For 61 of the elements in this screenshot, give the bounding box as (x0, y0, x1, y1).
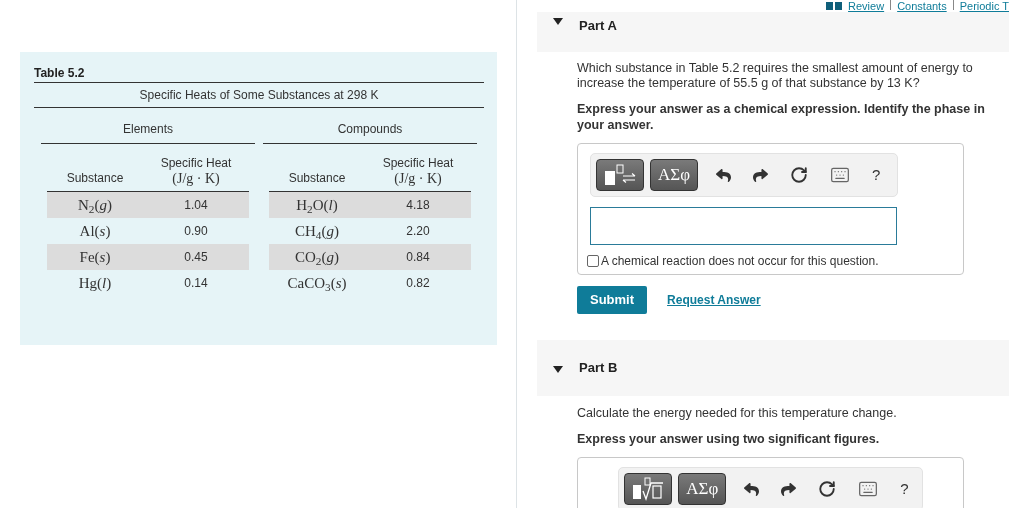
book-icon (826, 2, 843, 10)
symbols-button[interactable]: ΑΣφ (678, 473, 727, 505)
template-button[interactable] (624, 473, 673, 505)
part-title: Part A (579, 17, 617, 35)
column-header: Substance (287, 170, 347, 187)
table-caption: Table 5.2 (34, 66, 86, 81)
checkbox-label: A chemical reaction does not occur for this question. (601, 253, 879, 270)
heat-cell-text: 0.90 (183, 223, 209, 240)
part-header[interactable]: Part B (537, 340, 1009, 396)
reset-icon[interactable] (790, 166, 808, 184)
header-link[interactable]: Review (848, 0, 885, 12)
heat-cell-text: 0.84 (405, 249, 431, 266)
instruction-text: Express your answer using two significant figures. (577, 431, 881, 447)
substance-cell-text: Hg(l) (77, 273, 113, 293)
part-header[interactable]: Part A (537, 12, 1009, 52)
help-button[interactable]: ? (872, 163, 881, 187)
substance-cell-text: CO$_{2}$(g) (294, 247, 340, 269)
substance-cell-text: Fe(s) (78, 247, 112, 267)
heat-cell-text: 2.20 (405, 223, 431, 240)
symbols-button[interactable]: ΑΣφ (650, 159, 698, 191)
substance-cell-text: CaCO$_{3}$(s) (286, 273, 348, 295)
redo-icon[interactable] (781, 481, 797, 497)
group-header: Compounds (336, 121, 404, 138)
substance-cell-text: Al(s) (78, 221, 112, 241)
request-answer-link[interactable]: Request Answer (667, 291, 761, 309)
instruction-text: Express your answer as a chemical expression. Identify the phase in your answer. (577, 101, 986, 133)
checkbox[interactable] (587, 255, 599, 267)
help-button[interactable]: ? (900, 477, 909, 501)
undo-icon[interactable] (716, 167, 731, 183)
group-header: Elements (122, 121, 174, 138)
keyboard-icon[interactable] (858, 479, 879, 499)
template-icon (603, 163, 637, 187)
submit-button[interactable]: Submit (577, 286, 648, 314)
header-link[interactable]: Constants (897, 0, 947, 12)
substance-cell-text: H$_{2}$O(l) (295, 195, 339, 217)
heat-cell-text: 0.14 (183, 275, 209, 292)
unit-label: (J/g · K) (394, 170, 442, 187)
undo-icon[interactable] (744, 481, 760, 497)
template-button[interactable] (596, 159, 644, 191)
part-title: Part B (579, 359, 618, 378)
reset-icon[interactable] (818, 480, 837, 498)
template-icon (631, 477, 666, 501)
table-title: Specific Heats of Some Substances at 298 K (138, 87, 380, 104)
unit-label: (J/g · K) (172, 170, 220, 187)
column-header: Substance (65, 170, 125, 187)
question-text: Which substance in Table 5.2 requires the smallest amount of energy to increase the temperature of 55.5 g of that substance by 13 K? (577, 61, 974, 91)
keyboard-icon[interactable] (830, 165, 850, 185)
caret-icon (553, 365, 563, 373)
column-header: Specific Heat (382, 156, 454, 170)
column-header: Specific Heat (160, 156, 232, 170)
caret-icon (553, 18, 563, 25)
header-link[interactable]: Periodic T (959, 0, 1009, 12)
substance-cell-text: N$_{2}$(g) (77, 195, 113, 217)
substance-cell-text: CH$_{4}$(g) (294, 221, 340, 243)
redo-icon[interactable] (753, 167, 768, 183)
answer-field[interactable] (590, 207, 897, 245)
heat-cell-text: 0.45 (183, 249, 209, 266)
question-text: Calculate the energy needed for this temperature change. (577, 406, 898, 421)
heat-cell-text: 4.18 (405, 197, 431, 214)
heat-cell-text: 1.04 (183, 197, 209, 214)
heat-cell-text: 0.82 (405, 275, 431, 292)
